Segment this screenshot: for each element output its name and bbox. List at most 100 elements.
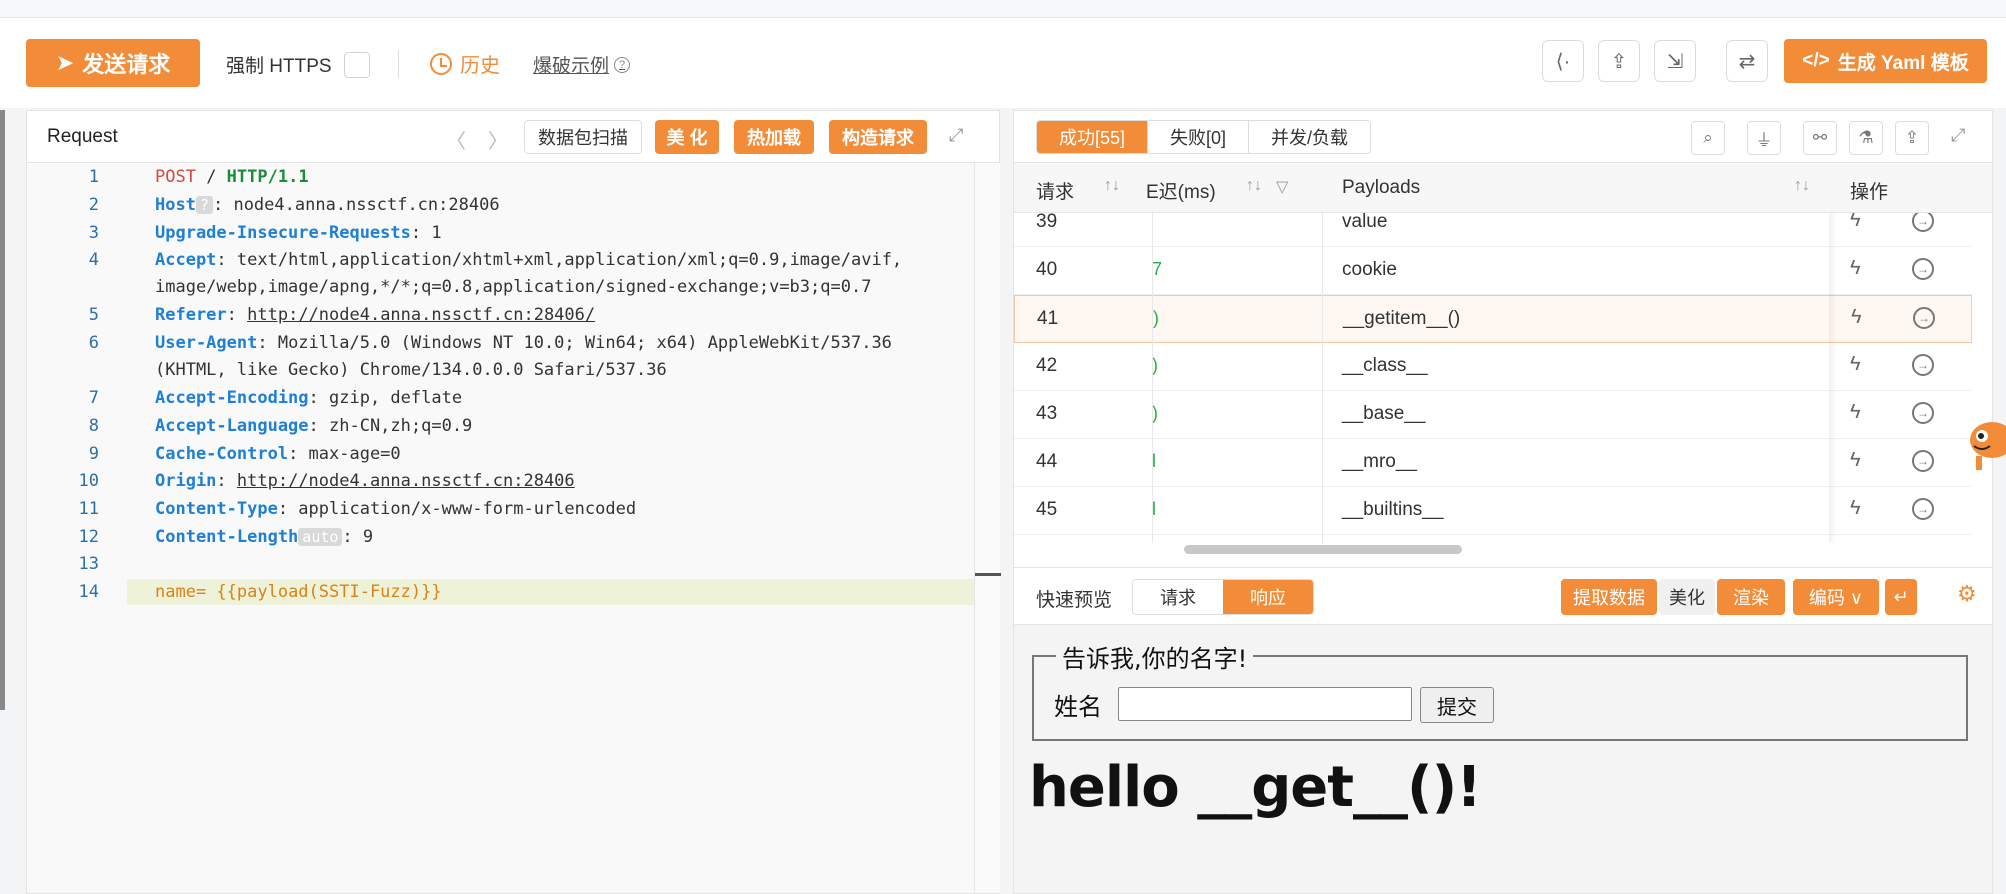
- export-icon: ⇪: [1610, 50, 1628, 73]
- sort-icon[interactable]: ↑↓: [1246, 177, 1262, 195]
- column-header-delay[interactable]: E迟(ms): [1146, 177, 1216, 204]
- submit-button[interactable]: 提交: [1420, 687, 1494, 723]
- lightning-icon[interactable]: ϟ: [1850, 449, 1861, 472]
- arrow-circle-icon[interactable]: →: [1912, 450, 1934, 472]
- scrollbar-thumb[interactable]: [975, 573, 1001, 576]
- lightning-icon[interactable]: ϟ: [1850, 497, 1861, 520]
- request-editor[interactable]: 1 2 3 4 5 6 7 8 9 10 11 12 13 14 POST / …: [27, 163, 1001, 893]
- beautify-preview-button[interactable]: 美化: [1659, 579, 1715, 615]
- header-key: User-Agent: [155, 333, 258, 353]
- lightning-icon[interactable]: ϟ: [1851, 306, 1862, 329]
- sort-icon[interactable]: ↑↓: [1794, 177, 1810, 195]
- arrow-circle-icon[interactable]: →: [1912, 210, 1934, 232]
- line-number: 10: [78, 471, 99, 491]
- header-url[interactable]: http://node4.anna.nssctf.cn:28406: [237, 471, 575, 491]
- build-request-button[interactable]: 构造请求: [829, 120, 927, 154]
- cell-delay: ): [1153, 308, 1159, 328]
- column-header-request[interactable]: 请求: [1036, 177, 1074, 204]
- preview-tabs: 请求 响应: [1132, 579, 1314, 615]
- code-line: Accept-Encoding: gzip, deflate: [155, 388, 462, 408]
- gear-icon[interactable]: ⚙: [1957, 581, 1977, 607]
- code-line: Upgrade-Insecure-Requests: 1: [155, 223, 442, 243]
- horizontal-scrollbar[interactable]: [1184, 545, 1462, 554]
- unlink-button[interactable]: ⚯: [1803, 121, 1837, 155]
- export-results-button[interactable]: ⇪: [1895, 121, 1929, 155]
- header-key: Content-Length: [155, 527, 299, 547]
- import-button[interactable]: ⇲: [1654, 40, 1696, 82]
- filter-button[interactable]: ⏚: [1747, 121, 1781, 155]
- send-request-button[interactable]: ➤ 发送请求: [26, 39, 200, 87]
- chevron-right-icon[interactable]: 〉: [488, 125, 508, 154]
- lightning-icon[interactable]: ϟ: [1850, 257, 1861, 280]
- chevron-left-icon[interactable]: 〈: [446, 125, 466, 154]
- header-key: Upgrade-Insecure-Requests: [155, 223, 411, 243]
- arrow-circle-icon[interactable]: →: [1912, 258, 1934, 280]
- share-button[interactable]: ⟨·: [1542, 40, 1584, 82]
- brute-example-label: 爆破示例: [533, 56, 610, 77]
- flask-icon: ⚗: [1858, 128, 1874, 147]
- export-button[interactable]: ⇪: [1598, 40, 1640, 82]
- sort-icon[interactable]: ↑↓: [1104, 177, 1120, 195]
- cell-payload: __base__: [1342, 403, 1426, 424]
- results-header: 成功[55] 失败[0] 并发/负载 ⌕ ⏚ ⚯ ⚗ ⇪ ⤢: [1014, 111, 1992, 163]
- header-value: : 9: [342, 527, 374, 547]
- cell-request: 41: [1037, 308, 1059, 329]
- swap-button[interactable]: ⇄: [1726, 40, 1768, 82]
- line-number: 2: [88, 195, 99, 215]
- tab-success[interactable]: 成功[55]: [1037, 121, 1149, 153]
- filter-icon[interactable]: ▽: [1276, 177, 1288, 197]
- expand-icon[interactable]: ⤢: [1951, 125, 1965, 146]
- wrap-button[interactable]: ↵: [1885, 579, 1917, 615]
- lightning-icon[interactable]: ϟ: [1850, 401, 1861, 424]
- body-param-key: name: [155, 582, 196, 602]
- hotload-button[interactable]: 热加载: [734, 120, 814, 154]
- form-legend: 告诉我,你的名字!: [1056, 639, 1254, 674]
- arrow-circle-icon[interactable]: →: [1912, 402, 1934, 424]
- arrow-circle-icon[interactable]: →: [1913, 307, 1935, 329]
- window-edge: [0, 110, 5, 710]
- beautify-button[interactable]: 美 化: [655, 120, 719, 154]
- force-https-checkbox[interactable]: [343, 51, 370, 78]
- arrow-circle-icon[interactable]: →: [1912, 354, 1934, 376]
- tab-preview-response[interactable]: 响应: [1223, 580, 1313, 614]
- header-url[interactable]: http://node4.anna.nssctf.cn:28406/: [247, 305, 595, 325]
- search-button[interactable]: ⌕: [1691, 121, 1725, 155]
- tab-concurrency[interactable]: 并发/负载: [1249, 121, 1371, 153]
- auto-badge[interactable]: auto: [298, 528, 343, 546]
- top-strip: [0, 0, 2006, 18]
- cell-payload: value: [1342, 211, 1388, 232]
- brute-example-link[interactable]: 爆破示例 ?: [533, 51, 631, 78]
- column-header-payloads[interactable]: Payloads: [1342, 177, 1420, 199]
- results-tabs: 成功[55] 失败[0] 并发/负载: [1036, 120, 1372, 154]
- extract-data-button[interactable]: 提取数据: [1561, 579, 1657, 615]
- generate-yaml-button[interactable]: </> 生成 Yaml 模板: [1784, 39, 1987, 83]
- main-toolbar: ➤ 发送请求 强制 HTTPS 历史 爆破示例 ? ⟨· ⇪ ⇲ ⇄ </> 生…: [0, 18, 2006, 108]
- cell-request: 39: [1036, 211, 1058, 232]
- tab-failed[interactable]: 失败[0]: [1148, 121, 1250, 153]
- lightning-icon[interactable]: ϟ: [1850, 353, 1861, 376]
- history-button[interactable]: 历史: [430, 49, 500, 78]
- header-key: Accept-Language: [155, 416, 309, 436]
- force-https-toggle[interactable]: 强制 HTTPS: [226, 51, 370, 78]
- header-hint-badge[interactable]: ?: [195, 196, 213, 214]
- editor-scrollbar[interactable]: [974, 163, 1001, 893]
- code-icon: </>: [1802, 50, 1830, 71]
- line-number: 9: [88, 444, 99, 464]
- expand-icon[interactable]: ⤢: [949, 125, 963, 146]
- packet-scan-button[interactable]: 数据包扫描: [524, 120, 642, 154]
- render-button[interactable]: 渲染: [1717, 579, 1785, 615]
- encode-dropdown[interactable]: 编码 ∨: [1793, 579, 1879, 615]
- help-icon[interactable]: ?: [614, 56, 631, 73]
- line-number: 3: [88, 223, 99, 243]
- name-input[interactable]: [1118, 687, 1412, 721]
- code-line: Content-Length auto: 9: [155, 527, 373, 547]
- code-line: Content-Type: application/x-www-form-url…: [155, 499, 636, 519]
- tab-preview-request[interactable]: 请求: [1133, 580, 1223, 614]
- header-key: Referer: [155, 305, 227, 325]
- flask-button[interactable]: ⚗: [1849, 121, 1883, 155]
- arrow-circle-icon[interactable]: →: [1912, 498, 1934, 520]
- code-line: Accept: text/html,application/xhtml+xml,…: [155, 250, 902, 270]
- swap-icon: ⇄: [1738, 50, 1756, 73]
- rendered-preview: 告诉我,你的名字! 姓名 提交 hello __get__()!: [1014, 625, 1992, 893]
- mascot-icon[interactable]: [1962, 400, 2006, 480]
